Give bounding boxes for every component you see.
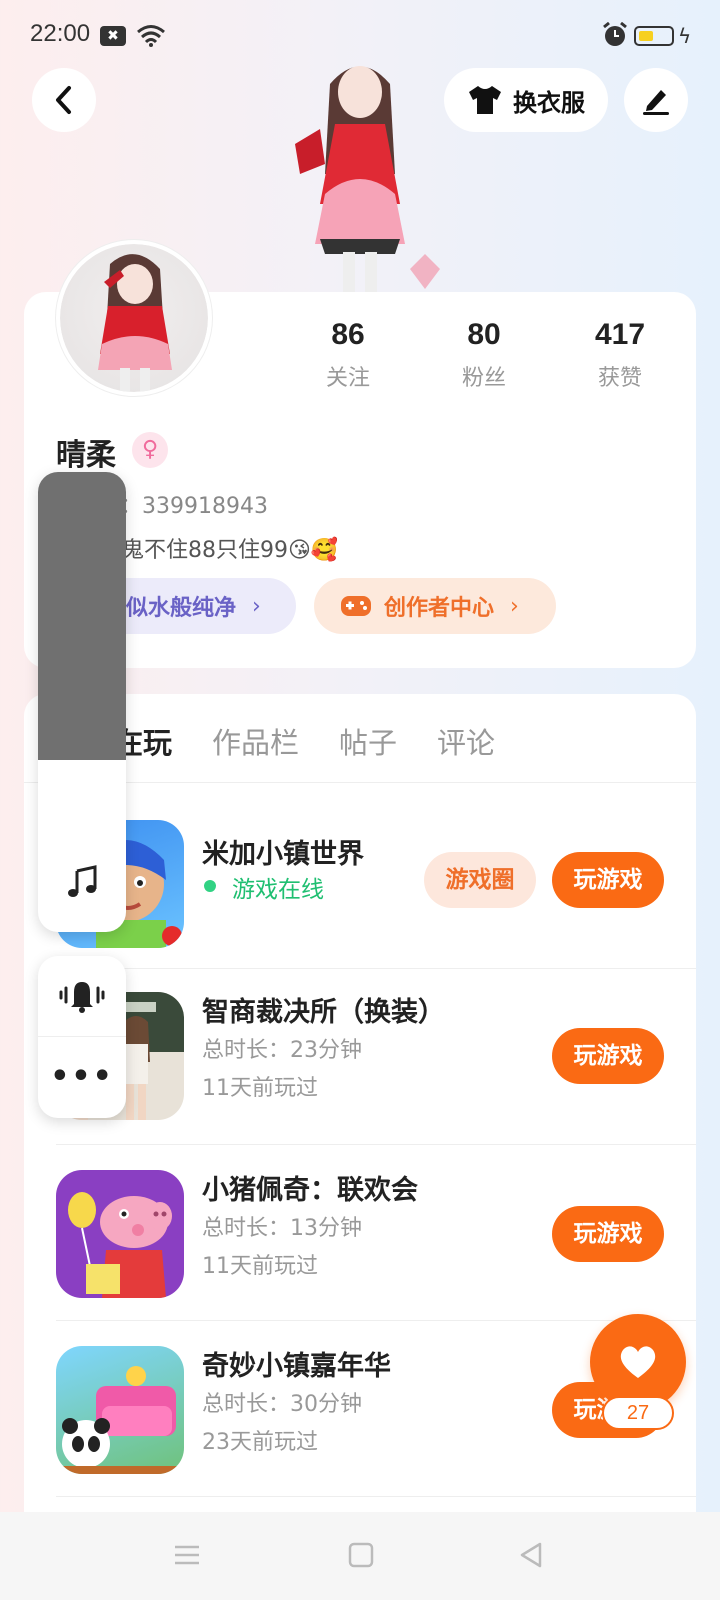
game-duration: 总时长：23分钟 bbox=[202, 1038, 362, 1063]
game-icon-peppa bbox=[56, 1170, 184, 1298]
back-button[interactable] bbox=[32, 68, 96, 132]
floating-panel-overlay[interactable] bbox=[38, 472, 126, 760]
more-options-button[interactable]: ••• bbox=[38, 1048, 126, 1104]
system-nav-bar bbox=[0, 1512, 720, 1600]
female-gender-icon: ♀ bbox=[132, 432, 168, 468]
stat-following[interactable]: 86 关注 bbox=[288, 318, 408, 392]
pure-badge-label: 似水般纯净 bbox=[126, 596, 237, 621]
notification-x-icon: ✖ bbox=[100, 26, 126, 46]
play-game-button[interactable]: 玩游戏 bbox=[552, 852, 664, 908]
game-duration: 总时长：13分钟 bbox=[202, 1216, 362, 1241]
fans-count: 80 bbox=[467, 318, 501, 351]
username: 晴柔 bbox=[56, 438, 116, 473]
floating-action-panel: ••• bbox=[38, 956, 126, 1118]
edit-profile-button[interactable] bbox=[624, 68, 688, 132]
list-item[interactable]: 智商裁决所（换装） 总时长：23分钟 11天前玩过 玩游戏 bbox=[56, 992, 696, 1122]
like-count: 27 bbox=[602, 1396, 674, 1430]
avatar-character-figure bbox=[295, 66, 440, 292]
list-item[interactable]: 米加小镇世界 游戏在线 游戏圈 玩游戏 bbox=[56, 820, 696, 950]
play-game-button[interactable]: 玩游戏 bbox=[552, 1028, 664, 1084]
divider bbox=[38, 1036, 126, 1037]
game-icon-baby-panda bbox=[56, 1346, 184, 1474]
music-note-icon bbox=[68, 865, 97, 897]
game-title: 智商裁决所（换装） bbox=[202, 997, 445, 1028]
tshirt-icon bbox=[469, 86, 501, 114]
home-square-icon[interactable] bbox=[346, 1540, 376, 1570]
game-last-played: 11天前玩过 bbox=[202, 1254, 318, 1279]
notification-button[interactable] bbox=[38, 968, 126, 1024]
pen-icon bbox=[643, 90, 669, 115]
chevron-right-icon: › bbox=[252, 593, 261, 619]
tab-posts[interactable]: 帖子 bbox=[339, 720, 397, 762]
bell-ringing-icon bbox=[59, 982, 105, 1013]
music-button[interactable] bbox=[38, 852, 126, 912]
online-status-text: 游戏在线 bbox=[232, 877, 324, 903]
following-count: 86 bbox=[331, 318, 365, 351]
likes-count: 417 bbox=[594, 318, 646, 351]
menu-icon[interactable] bbox=[172, 1540, 202, 1570]
avatar[interactable] bbox=[56, 240, 212, 396]
stat-likes[interactable]: 417 获赞 bbox=[560, 318, 680, 392]
avatar-figure bbox=[98, 254, 172, 392]
charging-icon: ϟ bbox=[678, 24, 692, 48]
status-time: 22:00 bbox=[30, 20, 91, 47]
creator-center-button[interactable]: 创作者中心 › bbox=[314, 578, 556, 634]
online-status-dot bbox=[204, 880, 216, 892]
game-duration: 总时长：30分钟 bbox=[202, 1392, 362, 1417]
change-outfit-label: 换衣服 bbox=[513, 88, 585, 117]
more-dots-icon: ••• bbox=[50, 1058, 114, 1094]
following-label: 关注 bbox=[325, 366, 370, 391]
creator-center-label: 创作者中心 bbox=[384, 596, 495, 621]
play-game-button[interactable]: 玩游戏 bbox=[552, 1206, 664, 1262]
chevron-left-icon bbox=[56, 86, 71, 114]
alarm-icon bbox=[603, 22, 627, 46]
game-title: 小猪佩奇：联欢会 bbox=[202, 1175, 418, 1206]
chevron-right-icon: › bbox=[510, 593, 519, 619]
floating-side-panel bbox=[38, 472, 126, 932]
game-last-played: 23天前玩过 bbox=[202, 1430, 318, 1455]
divider bbox=[56, 1320, 696, 1321]
stat-fans[interactable]: 80 粉丝 bbox=[424, 318, 544, 392]
battery-icon bbox=[634, 26, 674, 46]
heart-icon bbox=[620, 1346, 656, 1378]
divider bbox=[56, 968, 696, 969]
divider bbox=[56, 1496, 696, 1497]
game-last-played: 11天前玩过 bbox=[202, 1076, 318, 1101]
list-item[interactable]: 小猪佩奇：联欢会 总时长：13分钟 11天前玩过 玩游戏 bbox=[56, 1170, 696, 1300]
game-title: 米加小镇世界 bbox=[202, 839, 364, 870]
fans-label: 粉丝 bbox=[461, 366, 506, 391]
tab-comments[interactable]: 评论 bbox=[437, 720, 495, 762]
divider bbox=[56, 1144, 696, 1145]
change-outfit-button[interactable]: 换衣服 bbox=[444, 68, 608, 132]
tab-works[interactable]: 作品栏 bbox=[212, 720, 299, 762]
back-triangle-icon[interactable] bbox=[516, 1540, 546, 1570]
likes-label: 获赞 bbox=[597, 366, 642, 391]
wifi-icon bbox=[137, 25, 165, 47]
gamepad-icon bbox=[341, 596, 371, 616]
game-circle-button[interactable]: 游戏圈 bbox=[424, 852, 536, 908]
game-title: 奇妙小镇嘉年华 bbox=[202, 1351, 391, 1382]
